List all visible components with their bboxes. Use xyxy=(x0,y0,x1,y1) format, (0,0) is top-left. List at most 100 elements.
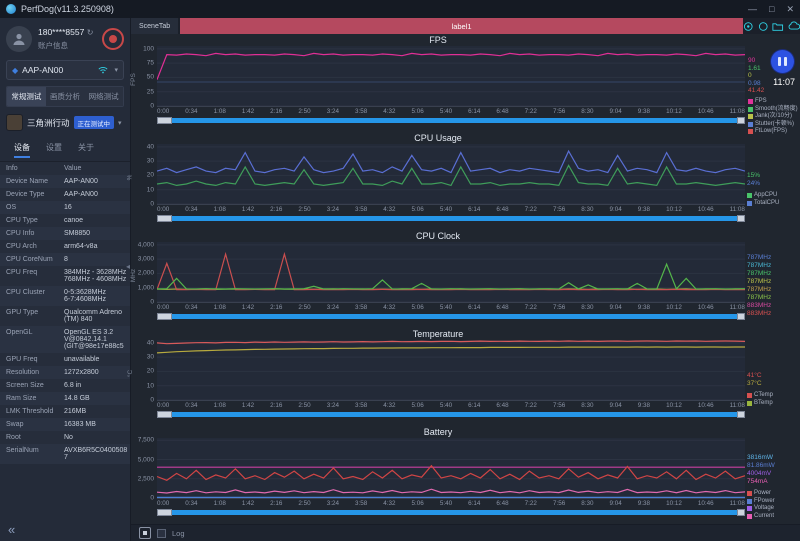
target-icon[interactable] xyxy=(743,21,754,32)
scrollbar-handle[interactable] xyxy=(157,509,172,516)
row-value: OpenGL ES 3.2 V@0842.14.1 (GIT@98e17e88c… xyxy=(64,329,130,350)
scrollbar-handle[interactable] xyxy=(157,117,172,124)
info-tab-设备[interactable]: 设备 xyxy=(14,142,30,158)
mode-tab-网络测试[interactable]: 网络测试 xyxy=(84,87,123,106)
y-tick: 3,000 xyxy=(138,256,154,263)
scrollbar-handle[interactable] xyxy=(157,313,172,320)
minimize-button[interactable]: — xyxy=(748,4,757,15)
chart-scrollbar xyxy=(157,312,745,321)
sidebar-collapse-button[interactable]: « xyxy=(8,522,15,537)
circle-icon[interactable] xyxy=(758,21,769,32)
scrollbar-end-box[interactable] xyxy=(737,117,745,124)
scrollbar-end-box[interactable] xyxy=(737,215,745,222)
info-tab-设置[interactable]: 设置 xyxy=(46,142,62,158)
app-selector[interactable]: 三角洲行动 正在测试中 ▾ xyxy=(6,114,124,131)
row-value: 14.8 GB xyxy=(64,395,130,402)
row-label: Swap xyxy=(6,421,64,428)
table-row: OS16 xyxy=(0,201,130,214)
core-frequency-value: 883MHz xyxy=(747,310,799,318)
x-tick: 1:08 xyxy=(214,500,226,507)
scrollbar-handle[interactable] xyxy=(157,215,172,222)
x-tick: 11:08 xyxy=(730,304,745,311)
x-tick: 7:22 xyxy=(525,108,537,115)
y-tick: 30 xyxy=(147,354,154,361)
record-dot-icon xyxy=(109,35,117,43)
legend-swatch xyxy=(747,499,752,504)
info-tabs: 设备设置关于 xyxy=(0,138,130,162)
x-tick: 6:48 xyxy=(496,500,508,507)
legend-item: FtLow(FPS) xyxy=(748,128,798,136)
series-Power xyxy=(157,466,745,481)
legend-label: Power xyxy=(754,490,771,498)
legend-swatch xyxy=(748,114,753,119)
account-info-link[interactable]: 账户信息 xyxy=(38,41,68,50)
row-label: OS xyxy=(6,204,64,211)
mode-tab-画质分析[interactable]: 画质分析 xyxy=(46,87,85,106)
scrollbar-handle[interactable] xyxy=(157,411,172,418)
scrollbar-track[interactable] xyxy=(157,314,745,319)
legend-item: CTemp xyxy=(747,392,799,400)
cloud-icon[interactable] xyxy=(788,21,800,31)
legend-swatch xyxy=(748,99,753,104)
chart-canvas-battery xyxy=(157,438,745,499)
x-tick: 2:50 xyxy=(298,108,310,115)
legend-swatch xyxy=(747,491,752,496)
stop-icon[interactable] xyxy=(139,527,151,539)
x-tick: 0:34 xyxy=(185,402,197,409)
info-tab-关于[interactable]: 关于 xyxy=(78,142,94,158)
device-info-table: InfoValueDevice NameAAP-AN00Device TypeA… xyxy=(0,162,130,464)
stop-record-button[interactable] xyxy=(102,28,124,50)
series-TotalCPU xyxy=(157,151,745,173)
legend-item: TotalCPU xyxy=(747,200,799,208)
table-row: LMK Threshold216MB xyxy=(0,405,130,418)
device-selector[interactable]: ◆ AAP-AN00 ▾ xyxy=(6,60,124,80)
scrollbar-track[interactable] xyxy=(157,118,745,123)
row-value: 1272x2800 xyxy=(64,369,130,376)
y-tick: 0 xyxy=(150,103,154,110)
x-tick: 3:58 xyxy=(355,304,367,311)
chart-scrollbar xyxy=(157,508,745,517)
close-button[interactable]: ✕ xyxy=(786,4,794,15)
scrollbar-track[interactable] xyxy=(157,412,745,417)
x-tick: 3:24 xyxy=(327,304,339,311)
legend-swatch xyxy=(748,107,753,112)
legend-label: Current xyxy=(754,513,774,521)
y-tick: 100 xyxy=(143,45,154,52)
tab-label1[interactable]: label1 xyxy=(180,18,743,34)
x-tick: 0:00 xyxy=(157,304,169,311)
pause-button[interactable] xyxy=(771,50,794,73)
row-label: CPU Info xyxy=(6,230,64,237)
mode-tab-常规测试[interactable]: 常规测试 xyxy=(7,87,46,106)
scrollbar-track[interactable] xyxy=(157,510,745,515)
chevron-down-icon: ▾ xyxy=(114,66,118,74)
x-tick: 10:12 xyxy=(666,402,682,409)
scrollbar-end-box[interactable] xyxy=(737,411,745,418)
x-tick: 10:46 xyxy=(698,108,714,115)
folder-icon[interactable] xyxy=(772,21,783,32)
row-label: Resolution xyxy=(6,369,64,376)
row-label: GPU Type xyxy=(6,309,64,323)
maximize-button[interactable]: □ xyxy=(769,4,774,15)
x-axis-labels: 0:000:341:081:422:162:503:243:584:325:06… xyxy=(157,400,745,410)
row-label: CPU Freq xyxy=(6,269,64,283)
x-axis-labels: 0:000:341:081:422:162:503:243:584:325:06… xyxy=(157,302,745,312)
x-tick: 9:38 xyxy=(638,108,650,115)
x-tick: 2:16 xyxy=(270,108,282,115)
log-checkbox[interactable] xyxy=(157,529,166,538)
y-tick: 0 xyxy=(150,495,154,502)
x-tick: 0:00 xyxy=(157,108,169,115)
tab-scenetab[interactable]: SceneTab xyxy=(131,18,178,34)
table-row: CPU InfoSM8850 xyxy=(0,227,130,240)
x-tick: 10:46 xyxy=(698,304,714,311)
y-tick: 10 xyxy=(147,382,154,389)
x-tick: 1:08 xyxy=(214,206,226,213)
panel-splitter-arrow-icon[interactable]: ◂ xyxy=(126,262,130,271)
scrollbar-end-box[interactable] xyxy=(737,509,745,516)
legend-item: BTemp xyxy=(747,400,799,408)
refresh-icon[interactable]: ↻ xyxy=(87,28,94,37)
x-tick: 1:42 xyxy=(242,304,254,311)
battery-stats-panel: 3816mW81.86mW4004mV754mA PowerFPowerVolt… xyxy=(747,454,799,520)
device-name: AAP-AN00 xyxy=(22,65,63,75)
scrollbar-end-box[interactable] xyxy=(737,313,745,320)
scrollbar-track[interactable] xyxy=(157,216,745,221)
